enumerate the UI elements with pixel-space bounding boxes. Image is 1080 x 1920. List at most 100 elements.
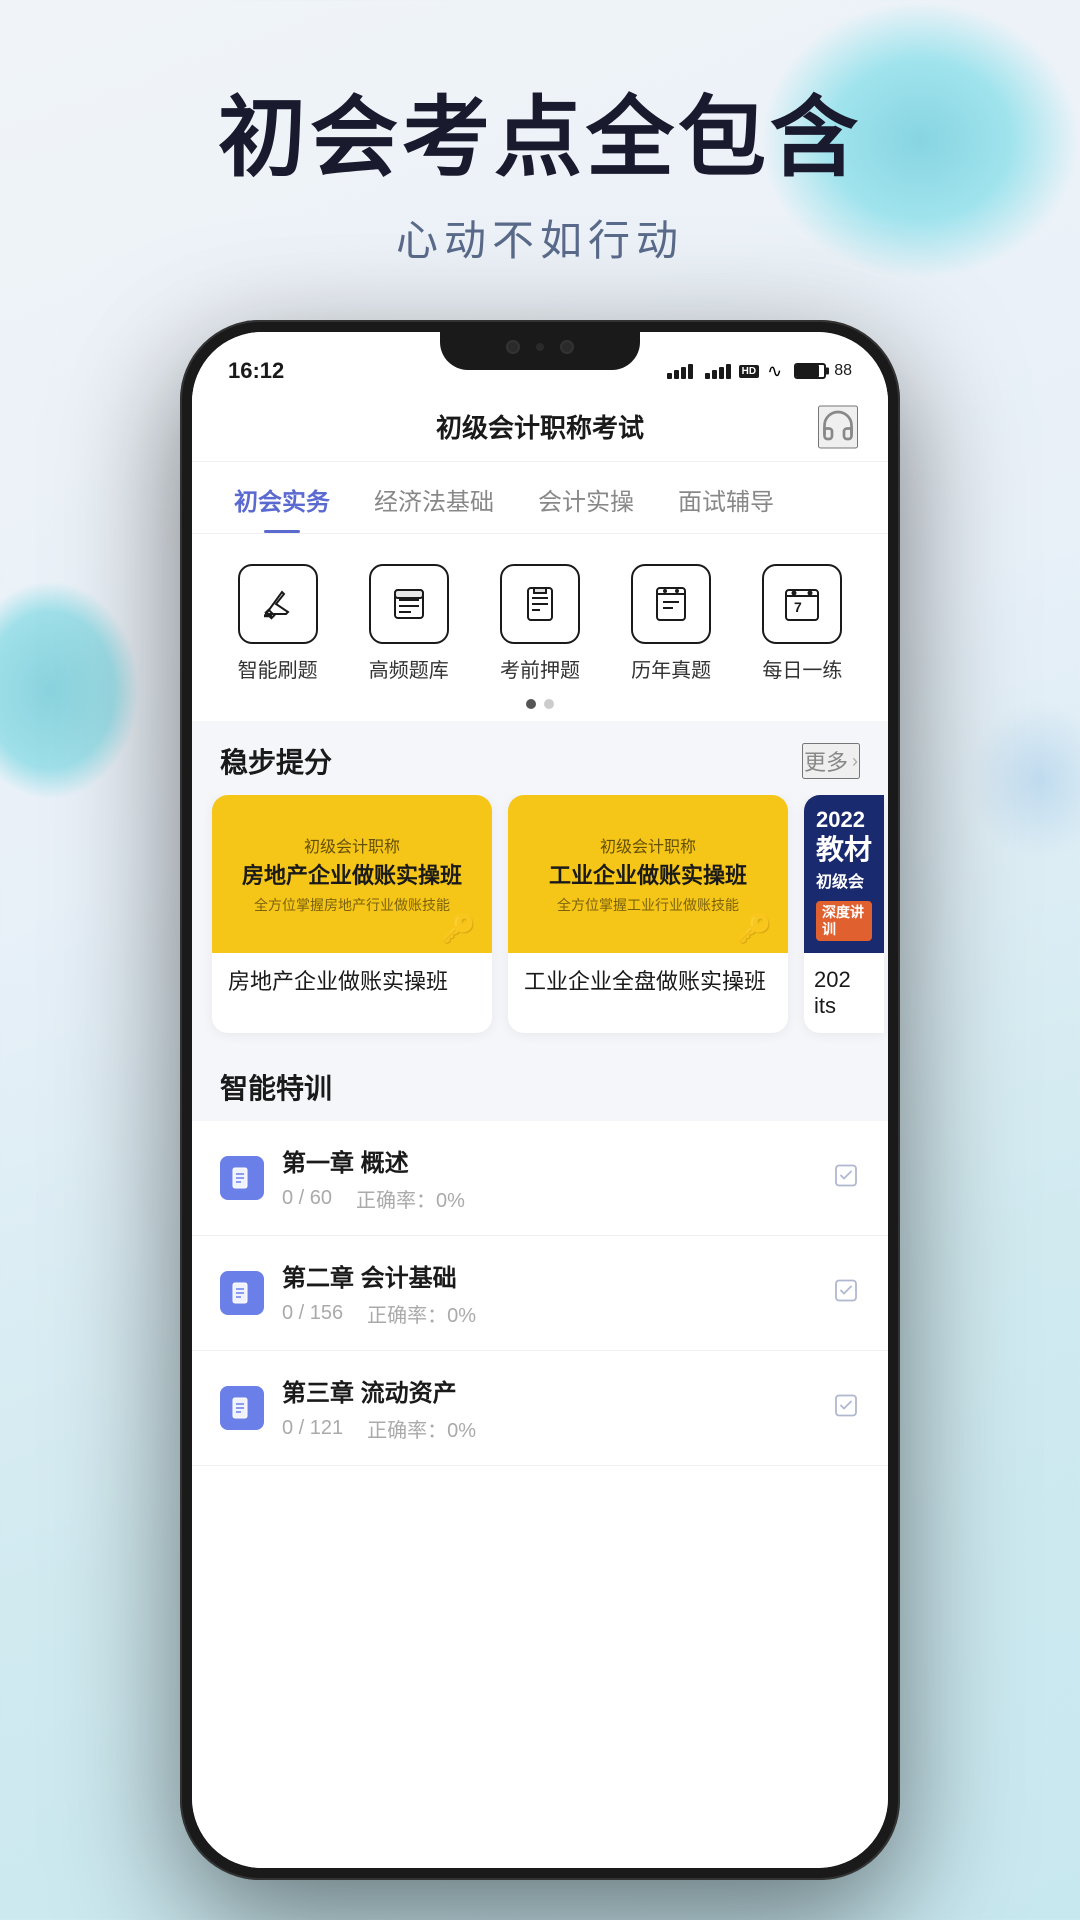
course-card-subtitle-0: 全方位掌握房地产行业做账技能 bbox=[254, 895, 450, 915]
battery-number: 88 bbox=[834, 362, 852, 380]
chapter-item-2[interactable]: 第三章 流动资产 0 / 121 正确率：0% bbox=[192, 1351, 888, 1466]
icon-item-smart-drill[interactable]: 智能刷题 bbox=[238, 564, 318, 683]
course-card-title-0: 房地产企业做账实操班 bbox=[226, 863, 478, 889]
course-tag-0: 初级会计职称 bbox=[304, 833, 400, 857]
course-card-name-0: 房地产企业做账实操班 bbox=[212, 953, 492, 1012]
icon-item-high-freq[interactable]: 高频题库 bbox=[369, 564, 449, 683]
tab-item-1[interactable]: 经济法基础 bbox=[352, 462, 516, 533]
chapter-edit-2[interactable] bbox=[832, 1392, 860, 1425]
chapter-accuracy-1: 正确率：0% bbox=[367, 1299, 476, 1328]
partial-card-name: 202 its bbox=[804, 953, 884, 1033]
pre-exam-label: 考前押题 bbox=[500, 654, 580, 683]
past-exams-icon-box bbox=[631, 564, 711, 644]
tab-item-3[interactable]: 面试辅导 bbox=[656, 462, 796, 533]
edit-icon-2 bbox=[832, 1392, 860, 1420]
headphone-button[interactable] bbox=[818, 405, 858, 448]
more-label: 更多 bbox=[804, 745, 848, 777]
speaker-dot bbox=[536, 343, 544, 351]
course-card-name-1: 工业企业全盘做账实操班 bbox=[508, 953, 788, 1012]
chapter-edit-0[interactable] bbox=[832, 1162, 860, 1195]
dots-indicator bbox=[192, 699, 888, 721]
edit-icon-1 bbox=[832, 1277, 860, 1305]
book-icon-0 bbox=[229, 1165, 255, 1191]
course-card-img-1: 初级会计职称 工业企业做账实操班 全方位掌握工业行业做账技能 🔑 bbox=[508, 795, 788, 953]
key-icon-1: 🔑 bbox=[737, 912, 772, 945]
header-section: 初会考点全包含 心动不如行动 bbox=[0, 0, 1080, 268]
bg-decoration-teal2 bbox=[0, 580, 140, 800]
chapter-progress-2: 0 / 121 bbox=[282, 1417, 343, 1440]
daily-practice-icon-box: 7 bbox=[762, 564, 842, 644]
battery-icon bbox=[794, 363, 826, 379]
steady-section-title: 稳步提分 bbox=[220, 741, 332, 781]
tab-item-0[interactable]: 初会实务 bbox=[212, 462, 352, 533]
chapter-stats-0: 0 / 60 正确率：0% bbox=[282, 1184, 860, 1213]
chapter-icon-2 bbox=[220, 1386, 264, 1430]
book-icon-2 bbox=[229, 1395, 255, 1421]
daily-practice-label: 每日一练 bbox=[762, 654, 842, 683]
signal-bars-icon bbox=[667, 364, 693, 379]
course-card-1[interactable]: 初级会计职称 工业企业做账实操班 全方位掌握工业行业做账技能 🔑 工业企业全盘做… bbox=[508, 795, 788, 1033]
signal-bar-3 bbox=[681, 367, 686, 379]
signal-bar-2 bbox=[674, 370, 679, 379]
dot-2 bbox=[544, 699, 554, 709]
hd-badge: HD bbox=[739, 365, 759, 378]
signal-bar-6 bbox=[712, 370, 717, 379]
pre-exam-icon bbox=[518, 582, 562, 626]
sub-title: 心动不如行动 bbox=[0, 207, 1080, 268]
chapter-name-2: 第三章 流动资产 bbox=[282, 1373, 860, 1408]
phone-inner: 16:12 HD ∿ bbox=[192, 332, 888, 1868]
steady-section-header: 稳步提分 更多 › bbox=[192, 721, 888, 795]
partial-card-text: 2022教材初级会 深度讲训 bbox=[804, 795, 884, 953]
signal-bar-7 bbox=[719, 367, 724, 379]
course-card-0[interactable]: 初级会计职称 房地产企业做账实操班 全方位掌握房地产行业做账技能 🔑 房地产企业… bbox=[212, 795, 492, 1033]
chapter-progress-1: 0 / 156 bbox=[282, 1302, 343, 1325]
bg-decoration-blue bbox=[970, 700, 1080, 860]
more-button[interactable]: 更多 › bbox=[802, 743, 860, 779]
phone-mockup: 16:12 HD ∿ bbox=[180, 320, 900, 1880]
edit-icon-0 bbox=[832, 1162, 860, 1190]
pre-exam-icon-box bbox=[500, 564, 580, 644]
signal-bar-1 bbox=[667, 373, 672, 379]
high-freq-icon bbox=[387, 582, 431, 626]
chapter-progress-0: 0 / 60 bbox=[282, 1187, 332, 1210]
app-content: 初级会计职称考试 初会实务 经济法基础 会计实操 面试辅导 bbox=[192, 392, 888, 1868]
chapter-item-1[interactable]: 第二章 会计基础 0 / 156 正确率：0% bbox=[192, 1236, 888, 1351]
phone-notch bbox=[440, 332, 640, 370]
past-exams-icon bbox=[649, 582, 693, 626]
chapter-accuracy-0: 正确率：0% bbox=[356, 1184, 465, 1213]
camera-dot-left bbox=[506, 340, 520, 354]
course-card-subtitle-1: 全方位掌握工业行业做账技能 bbox=[557, 895, 739, 915]
chapter-info-2: 第三章 流动资产 0 / 121 正确率：0% bbox=[282, 1373, 860, 1443]
battery-fill bbox=[796, 365, 818, 377]
notch-camera-area bbox=[506, 340, 574, 354]
icon-item-past-exams[interactable]: 历年真题 bbox=[631, 564, 711, 683]
icon-grid: 智能刷题 高频题库 bbox=[192, 534, 888, 699]
main-title: 初会考点全包含 bbox=[0, 90, 1080, 187]
training-title: 智能特训 bbox=[192, 1067, 888, 1121]
headphone-icon bbox=[820, 407, 856, 443]
icon-item-pre-exam[interactable]: 考前押题 bbox=[500, 564, 580, 683]
chevron-right-icon: › bbox=[852, 751, 858, 772]
chapter-edit-1[interactable] bbox=[832, 1277, 860, 1310]
course-scroll: 初级会计职称 房地产企业做账实操班 全方位掌握房地产行业做账技能 🔑 房地产企业… bbox=[192, 795, 888, 1053]
tab-item-2[interactable]: 会计实操 bbox=[516, 462, 656, 533]
wifi-icon: ∿ bbox=[767, 361, 782, 382]
training-section: 智能特训 bbox=[192, 1053, 888, 1466]
key-icon-0: 🔑 bbox=[441, 912, 476, 945]
course-card-img-0: 初级会计职称 房地产企业做账实操班 全方位掌握房地产行业做账技能 🔑 bbox=[212, 795, 492, 953]
status-time: 16:12 bbox=[228, 358, 284, 384]
chapter-info-1: 第二章 会计基础 0 / 156 正确率：0% bbox=[282, 1258, 860, 1328]
app-header-title: 初级会计职称考试 bbox=[436, 408, 644, 445]
icon-item-daily-practice[interactable]: 7 每日一练 bbox=[762, 564, 842, 683]
smart-drill-label: 智能刷题 bbox=[238, 654, 318, 683]
chapter-name-1: 第二章 会计基础 bbox=[282, 1258, 860, 1293]
chapter-item-0[interactable]: 第一章 概述 0 / 60 正确率：0% bbox=[192, 1121, 888, 1236]
course-card-2[interactable]: 2022教材初级会 深度讲训 202 its bbox=[804, 795, 884, 1033]
steady-section: 稳步提分 更多 › 初级会计职称 房地产企业做账实操班 bbox=[192, 721, 888, 1053]
chapter-name-0: 第一章 概述 bbox=[282, 1143, 860, 1178]
app-header: 初级会计职称考试 bbox=[192, 392, 888, 462]
past-exams-label: 历年真题 bbox=[631, 654, 711, 683]
course-card-partial-img: 2022教材初级会 深度讲训 bbox=[804, 795, 884, 953]
course-tag-1: 初级会计职称 bbox=[600, 833, 696, 857]
chapter-accuracy-2: 正确率：0% bbox=[367, 1414, 476, 1443]
